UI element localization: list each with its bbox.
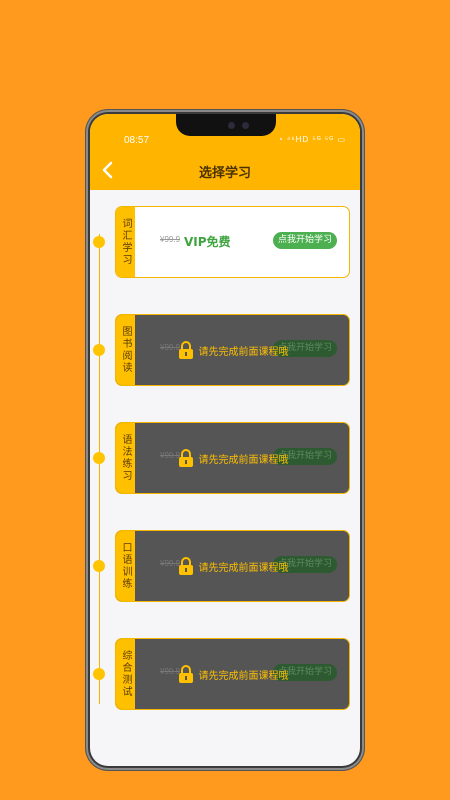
start-learning-button[interactable]: 点我开始学习 [272, 232, 337, 249]
course-tab-label: 词汇学习 [120, 218, 131, 266]
lock-icon [178, 449, 193, 467]
course-tab: 词汇学习 [116, 207, 135, 277]
timeline-dot [93, 344, 105, 356]
course-card-grammar[interactable]: 语法练习 ¥99.9 点我开始学习 请先完成前面课程哦 [115, 422, 350, 494]
lock-overlay: 请先完成前面课程哦 [116, 531, 349, 601]
course-card-comprehensive[interactable]: 综合测试 ¥99.9 点我开始学习 请先完成前面课程哦 [115, 638, 350, 710]
lock-overlay: 请先完成前面课程哦 [116, 639, 349, 709]
lock-overlay: 请先完成前面课程哦 [116, 423, 349, 493]
lock-overlay: 请先完成前面课程哦 [116, 315, 349, 385]
lock-message: 请先完成前面课程哦 [198, 562, 289, 574]
timeline-dot [93, 452, 105, 464]
original-price: ¥99.9 [160, 235, 181, 244]
timeline-line [99, 234, 100, 704]
course-card-speaking[interactable]: 口语训练 ¥99.9 点我开始学习 请先完成前面课程哦 [115, 530, 350, 602]
camera-icon [228, 122, 235, 129]
status-icons: ◔ ⁴⁶HD ⁵ᴳ ⁵ᴳ ▭ [277, 135, 346, 144]
status-time: 08:57 [124, 135, 150, 146]
sensor-icon [242, 122, 249, 129]
lock-message: 请先完成前面课程哦 [198, 670, 289, 682]
page-title: 选择学习 [198, 166, 251, 181]
app-screen: 08:57 ◔ ⁴⁶HD ⁵ᴳ ⁵ᴳ ▭ 选择学习 词汇学习 ¥99.9 VIP… [90, 114, 360, 766]
camera-notch [176, 114, 276, 136]
lock-message: 请先完成前面课程哦 [198, 346, 289, 358]
header-bar: 08:57 ◔ ⁴⁶HD ⁵ᴳ ⁵ᴳ ▭ 选择学习 [90, 114, 360, 190]
lock-icon [178, 665, 193, 683]
lock-icon [178, 557, 193, 575]
timeline-dot [93, 560, 105, 572]
lock-message: 请先完成前面课程哦 [198, 454, 289, 466]
timeline-dot [93, 236, 105, 248]
course-card-vocabulary[interactable]: 词汇学习 ¥99.9 VIP免费 点我开始学习 [115, 206, 350, 278]
lock-icon [178, 341, 193, 359]
vip-free-label: VIP免费 [184, 235, 231, 249]
timeline-dot [93, 668, 105, 680]
course-card-reading[interactable]: 图书阅读 ¥99.9 点我开始学习 请先完成前面课程哦 [115, 314, 350, 386]
